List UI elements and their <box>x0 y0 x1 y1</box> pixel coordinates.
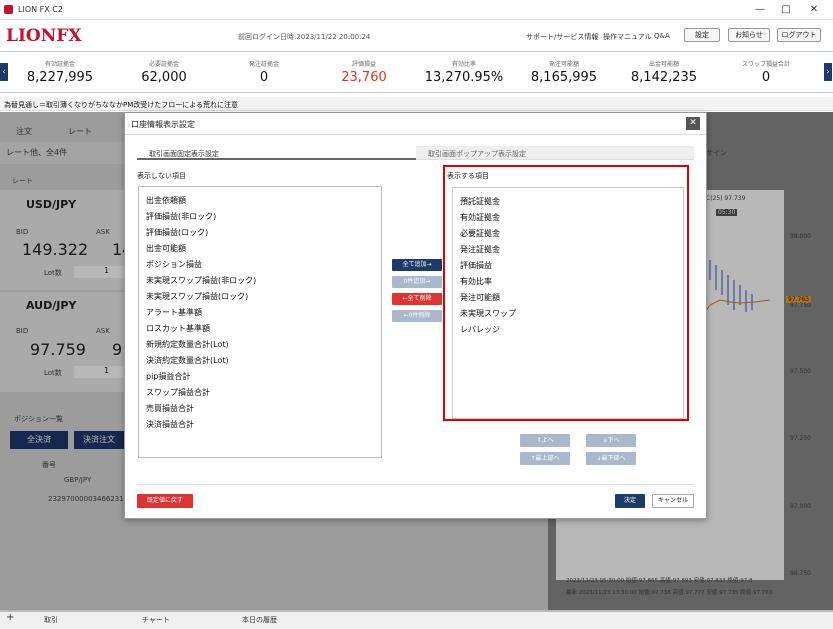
list-item[interactable]: ロスカット基準額 <box>146 323 210 334</box>
list-item[interactable]: 未実現スワップ損益(ロック) <box>146 291 248 302</box>
list-item[interactable]: 出金依頼額 <box>146 195 186 206</box>
minimize-icon[interactable]: — <box>750 2 770 18</box>
ok-button[interactable]: 決定 <box>615 494 645 508</box>
list-item[interactable]: 売買損益合計 <box>146 403 194 414</box>
summary-item: 有効証拠金 8,227,995 <box>26 61 94 85</box>
news-ticker[interactable]: 為替見通し＝取引薄くなりがちななかPM改受けたフローによる荒れに注意 <box>0 97 833 111</box>
qa-link[interactable]: Q&A <box>654 32 670 40</box>
dialog-titlebar: 口座情報表示設定 ✕ <box>125 113 706 135</box>
divider <box>137 484 694 485</box>
window-titlebar: LION FX C2 — □ ✕ <box>0 0 833 20</box>
tab-trade[interactable]: 取引 <box>44 615 58 625</box>
summary-item: スワップ損益合計 0 <box>741 61 790 85</box>
maximize-icon[interactable]: □ <box>776 2 796 18</box>
tab-history[interactable]: 本日の履歴 <box>242 615 277 625</box>
shown-items-highlight: 表示する項目 預託証拠金 有効証拠金 必要証拠金 発注証拠金 評価損益 有効比率… <box>443 165 689 421</box>
app-header: LIONFX 前回ログイン日時:2023/11/22 20:00:24 サポート… <box>0 20 833 52</box>
cancel-button[interactable]: キャンセル <box>652 494 694 508</box>
summary-item: 有効比率 13,270.95% <box>424 61 504 85</box>
list-item[interactable]: アラート基準額 <box>146 307 202 318</box>
move-up-button[interactable]: ↑上へ <box>520 434 570 447</box>
hidden-items-label: 表示しない項目 <box>137 172 186 180</box>
notice-button[interactable]: お知らせ <box>728 28 770 42</box>
summary-item: 出金可能額 8,142,235 <box>630 61 698 85</box>
add-selected-button[interactable]: 0件追加→ <box>392 276 442 288</box>
tab-chart[interactable]: チャート <box>142 615 170 625</box>
close-window-icon[interactable]: ✕ <box>804 2 824 18</box>
move-top-button[interactable]: ↑最上部へ <box>520 452 570 465</box>
list-item[interactable]: 評価損益(非ロック) <box>146 211 216 222</box>
move-bottom-button[interactable]: ↓最下部へ <box>586 452 636 465</box>
list-item[interactable]: ポジション損益 <box>146 259 202 270</box>
list-item[interactable]: 新規約定数量合計(Lot) <box>146 339 229 350</box>
shown-items-list[interactable]: 預託証拠金 有効証拠金 必要証拠金 発注証拠金 評価損益 有効比率 発注可能額 … <box>452 187 684 419</box>
summary-item: 発注可能額 8,165,995 <box>530 61 598 85</box>
list-item[interactable]: pip損益合計 <box>146 371 190 382</box>
settings-button[interactable]: 設定 <box>684 28 720 42</box>
list-item[interactable]: レバレッジ <box>460 324 500 335</box>
hidden-items-list[interactable]: 出金依頼額 評価損益(非ロック) 評価損益(ロック) 出金可能額 ポジション損益… <box>138 186 382 458</box>
account-summary: 有効証拠金 8,227,995 必要証拠金 62,000 発注証拠金 0 評価損益 23… <box>0 53 833 93</box>
list-item[interactable]: 有効証拠金 <box>460 212 500 223</box>
list-item[interactable]: 決済約定数量合計(Lot) <box>146 355 229 366</box>
scroll-left-icon[interactable]: ‹ <box>0 63 8 81</box>
tab-fixed-display[interactable]: 取引画面固定表示設定 <box>137 146 416 160</box>
move-down-button[interactable]: ↓下へ <box>586 434 636 447</box>
window-title: LION FX C2 <box>18 5 63 14</box>
list-item[interactable]: 発注証拠金 <box>460 244 500 255</box>
account-display-settings-dialog: 口座情報表示設定 ✕ 取引画面固定表示設定 取引画面ポップアップ表示設定 表示し… <box>124 112 707 519</box>
remove-selected-button[interactable]: ←0件削除 <box>392 310 442 322</box>
app-icon <box>4 5 13 14</box>
list-item[interactable]: 必要証拠金 <box>460 228 500 239</box>
list-item[interactable]: 評価損益(ロック) <box>146 227 208 238</box>
list-item[interactable]: 未実現スワップ <box>460 308 516 319</box>
support-link[interactable]: サポート/サービス情報 <box>526 32 598 42</box>
summary-item: 必要証拠金 62,000 <box>141 61 187 85</box>
last-login: 前回ログイン日時:2023/11/22 20:00:24 <box>238 33 371 41</box>
add-tab-icon[interactable]: + <box>6 612 14 623</box>
remove-all-button[interactable]: ←全て削除 <box>392 293 442 305</box>
list-item[interactable]: 出金可能額 <box>146 243 186 254</box>
list-item[interactable]: 有効比率 <box>460 276 492 287</box>
summary-item: 発注証拠金 0 <box>248 61 279 85</box>
list-item[interactable]: 決済損益合計 <box>146 419 194 430</box>
list-item[interactable]: 評価損益 <box>460 260 492 271</box>
tab-popup-display[interactable]: 取引画面ポップアップ表示設定 <box>416 146 694 160</box>
shown-items-label: 表示する項目 <box>447 172 489 180</box>
bottom-tab-bar: + 取引 チャート 本日の履歴 <box>0 611 833 629</box>
logout-button[interactable]: ログアウト <box>777 28 821 42</box>
scroll-right-icon[interactable]: › <box>824 63 832 81</box>
summary-item: 評価損益 23,760 <box>341 61 387 85</box>
list-item[interactable]: 発注可能額 <box>460 292 500 303</box>
reset-default-button[interactable]: 既定値に戻す <box>137 494 193 508</box>
list-item[interactable]: 未実現スワップ損益(非ロック) <box>146 275 256 286</box>
logo: LIONFX <box>6 26 82 46</box>
add-all-button[interactable]: 全て追加→ <box>392 259 442 271</box>
dialog-title: 口座情報表示設定 <box>131 120 195 129</box>
list-item[interactable]: スワップ損益合計 <box>146 387 210 398</box>
close-icon[interactable]: ✕ <box>686 117 700 130</box>
list-item[interactable]: 預託証拠金 <box>460 196 500 207</box>
manual-link[interactable]: 操作マニュアル <box>603 32 652 42</box>
